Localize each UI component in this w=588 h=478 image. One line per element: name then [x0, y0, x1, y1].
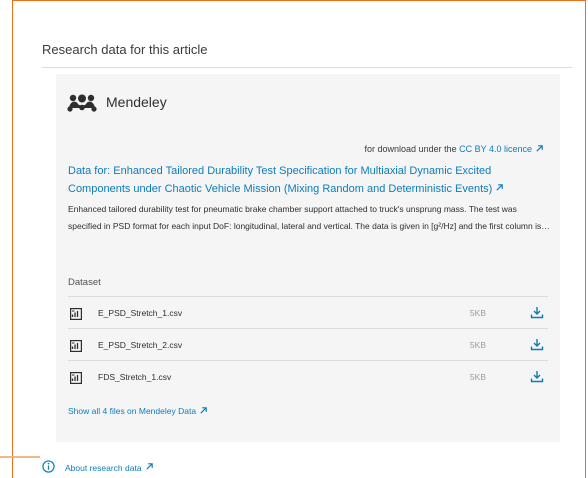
spreadsheet-file-icon — [70, 371, 83, 384]
licence-link[interactable]: CC BY 4.0 licence — [459, 144, 544, 154]
about-research-data-link[interactable]: About research data — [42, 460, 154, 475]
file-name: FDS_Stretch_1.csv — [98, 371, 172, 382]
dataset-label: Dataset — [68, 277, 101, 288]
section-divider — [42, 67, 572, 68]
provider-name: Mendeley — [106, 94, 167, 110]
download-icon[interactable] — [530, 370, 544, 383]
external-link-icon — [145, 462, 154, 473]
about-label: About research data — [65, 462, 142, 473]
spreadsheet-file-icon — [70, 339, 83, 352]
licence-prefix: for download under the — [364, 144, 457, 154]
show-all-files-link[interactable]: Show all 4 files on Mendeley Data — [68, 406, 208, 417]
download-icon[interactable] — [530, 306, 544, 319]
frame-fade — [0, 456, 40, 458]
download-icon[interactable] — [530, 338, 544, 351]
file-name: E_PSD_Stretch_1.csv — [98, 307, 183, 318]
mendeley-logo-icon — [66, 92, 98, 112]
licence-link-label: CC BY 4.0 licence — [459, 144, 532, 154]
dataset-description: Enhanced tailored durability test for pn… — [68, 204, 550, 231]
file-list: E_PSD_Stretch_1.csv 5KB E_PSD_Stretch_2.… — [68, 296, 548, 392]
file-size: 5KB — [469, 307, 486, 318]
file-row[interactable]: E_PSD_Stretch_1.csv 5KB — [68, 296, 548, 328]
licence-line: for download under the CC BY 4.0 licence — [365, 144, 544, 155]
dataset-title-text: Data for: Enhanced Tailored Durability T… — [68, 165, 493, 195]
external-link-icon — [199, 406, 208, 417]
external-link-icon — [495, 180, 504, 198]
file-size: 5KB — [469, 339, 486, 350]
external-link-icon — [535, 144, 544, 155]
info-icon — [42, 460, 55, 475]
spreadsheet-file-icon — [70, 307, 83, 320]
show-all-label: Show all 4 files on Mendeley Data — [68, 406, 197, 416]
file-row[interactable]: FDS_Stretch_1.csv 5KB — [68, 360, 548, 392]
section-title: Research data for this article — [42, 42, 208, 57]
research-data-card: Mendeley for download under the CC BY 4.… — [56, 74, 560, 442]
dataset-title-link[interactable]: Data for: Enhanced Tailored Durability T… — [68, 162, 546, 198]
provider-logo: Mendeley — [66, 92, 167, 112]
file-size: 5KB — [469, 371, 486, 382]
file-name: E_PSD_Stretch_2.csv — [98, 339, 183, 350]
file-row[interactable]: E_PSD_Stretch_2.csv 5KB — [68, 328, 548, 360]
